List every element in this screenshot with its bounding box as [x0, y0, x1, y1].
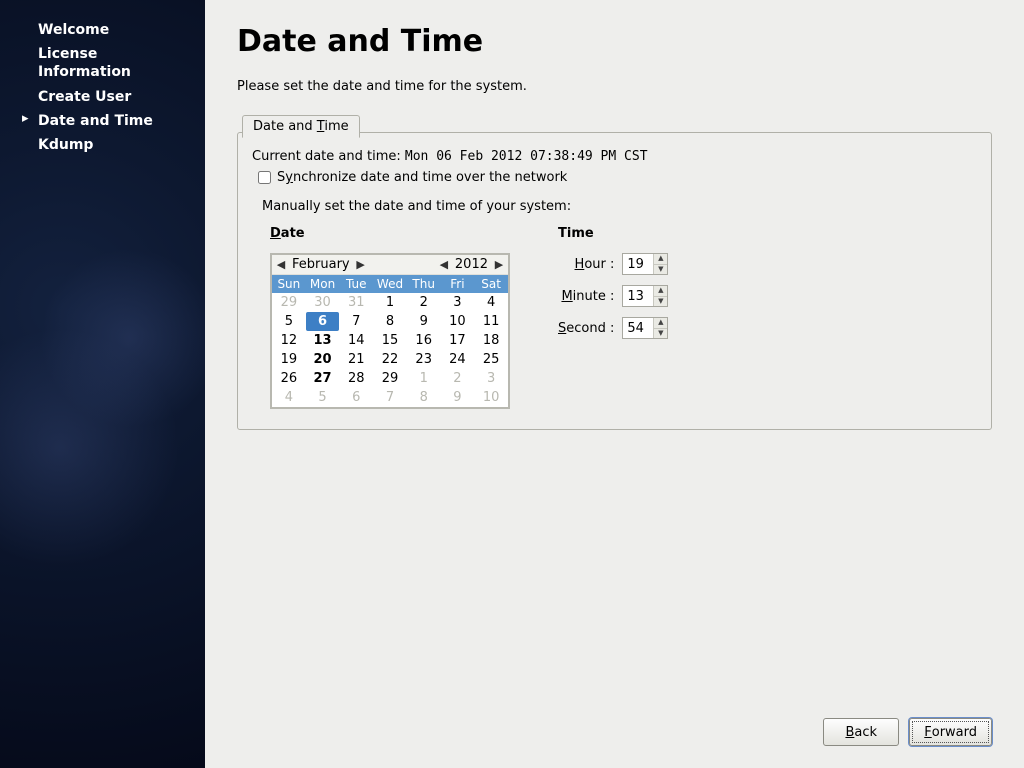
next-month-button[interactable]: ▶ — [354, 258, 368, 271]
main-panel: Date and Time Please set the date and ti… — [205, 0, 1024, 768]
current-datetime-value: Mon 06 Feb 2012 07:38:49 PM CST — [405, 149, 648, 164]
calendar-day[interactable]: 5 — [306, 388, 340, 407]
calendar-day[interactable]: 14 — [339, 331, 373, 350]
calendar-day[interactable]: 9 — [441, 388, 475, 407]
calendar-day[interactable]: 3 — [474, 369, 508, 388]
datetime-tabframe: Date and Time Current date and time: Mon… — [237, 132, 992, 430]
date-section: Date ◀ February ▶ ◀ 2012 — [270, 226, 510, 409]
prev-year-button[interactable]: ◀ — [437, 258, 451, 271]
current-datetime-row: Current date and time: Mon 06 Feb 2012 0… — [252, 149, 977, 164]
calendar-day[interactable]: 19 — [272, 350, 306, 369]
calendar-day[interactable]: 4 — [272, 388, 306, 407]
manual-instruction: Manually set the date and time of your s… — [262, 199, 977, 214]
calendar-day[interactable]: 23 — [407, 350, 441, 369]
calendar-day[interactable]: 1 — [407, 369, 441, 388]
calendar-day[interactable]: 6 — [339, 388, 373, 407]
back-button[interactable]: Back — [823, 718, 899, 746]
second-spinbox[interactable]: ▲▼ — [622, 317, 668, 339]
footer-buttons: Back Forward — [823, 718, 992, 746]
second-down-button[interactable]: ▼ — [654, 329, 667, 339]
calendar-day[interactable]: 2 — [407, 293, 441, 312]
calendar-day[interactable]: 4 — [474, 293, 508, 312]
calendar-day[interactable]: 16 — [407, 331, 441, 350]
calendar-month[interactable]: February — [290, 257, 352, 272]
prev-month-button[interactable]: ◀ — [274, 258, 288, 271]
hour-input[interactable] — [623, 254, 653, 274]
hour-down-button[interactable]: ▼ — [654, 265, 667, 275]
next-year-button[interactable]: ▶ — [492, 258, 506, 271]
minute-up-button[interactable]: ▲ — [654, 286, 667, 297]
calendar-day[interactable]: 5 — [272, 312, 306, 331]
calendar-day[interactable]: 17 — [441, 331, 475, 350]
calendar-dow-header: Sun Mon Tue Wed Thu Fri Sat — [272, 275, 508, 293]
sidebar: Welcome License Information Create User … — [0, 0, 205, 768]
sync-checkbox-row[interactable]: Synchronize date and time over the netwo… — [258, 170, 977, 185]
calendar-day[interactable]: 10 — [474, 388, 508, 407]
calendar-body: 2930311234567891011121314151617181920212… — [272, 293, 508, 407]
calendar-day[interactable]: 8 — [373, 312, 407, 331]
time-section: Time Hour : ▲▼ Minute : — [558, 226, 668, 409]
hour-up-button[interactable]: ▲ — [654, 254, 667, 265]
calendar-day[interactable]: 2 — [441, 369, 475, 388]
hour-spinbox[interactable]: ▲▼ — [622, 253, 668, 275]
calendar-day[interactable]: 13 — [306, 331, 340, 350]
calendar-day[interactable]: 10 — [441, 312, 475, 331]
calendar-day[interactable]: 1 — [373, 293, 407, 312]
calendar-day[interactable]: 11 — [474, 312, 508, 331]
calendar-day[interactable]: 9 — [407, 312, 441, 331]
calendar-day[interactable]: 7 — [373, 388, 407, 407]
second-label: Second : — [558, 321, 614, 336]
calendar-day[interactable]: 25 — [474, 350, 508, 369]
minute-spinbox[interactable]: ▲▼ — [622, 285, 668, 307]
second-input[interactable] — [623, 318, 653, 338]
instruction-text: Please set the date and time for the sys… — [237, 79, 992, 94]
sync-label: Synchronize date and time over the netwo… — [277, 170, 567, 185]
calendar-day[interactable]: 3 — [441, 293, 475, 312]
calendar-day[interactable]: 18 — [474, 331, 508, 350]
calendar-day[interactable]: 22 — [373, 350, 407, 369]
sidebar-item-create-user[interactable]: Create User — [0, 85, 205, 109]
calendar-day[interactable]: 29 — [373, 369, 407, 388]
sidebar-item-date-time[interactable]: Date and Time — [0, 109, 205, 133]
sidebar-item-license[interactable]: License Information — [0, 42, 205, 84]
calendar-day[interactable]: 12 — [272, 331, 306, 350]
current-datetime-label: Current date and time: — [252, 149, 405, 164]
sidebar-item-kdump[interactable]: Kdump — [0, 133, 205, 157]
second-up-button[interactable]: ▲ — [654, 318, 667, 329]
minute-down-button[interactable]: ▼ — [654, 297, 667, 307]
calendar-day[interactable]: 15 — [373, 331, 407, 350]
calendar-day[interactable]: 20 — [306, 350, 340, 369]
time-section-label: Time — [558, 226, 668, 241]
calendar-day[interactable]: 26 — [272, 369, 306, 388]
date-section-label: Date — [270, 226, 510, 241]
calendar-day[interactable]: 24 — [441, 350, 475, 369]
calendar-day[interactable]: 21 — [339, 350, 373, 369]
sync-checkbox[interactable] — [258, 171, 271, 184]
minute-input[interactable] — [623, 286, 653, 306]
hour-label: Hour : — [575, 257, 615, 272]
calendar-day[interactable]: 28 — [339, 369, 373, 388]
calendar-day[interactable]: 7 — [339, 312, 373, 331]
calendar: ◀ February ▶ ◀ 2012 ▶ — [270, 253, 510, 409]
page-title: Date and Time — [237, 24, 992, 59]
calendar-day[interactable]: 8 — [407, 388, 441, 407]
calendar-year[interactable]: 2012 — [453, 257, 490, 272]
sidebar-item-welcome[interactable]: Welcome — [0, 18, 205, 42]
minute-label: Minute : — [561, 289, 614, 304]
calendar-day[interactable]: 6 — [306, 312, 340, 331]
calendar-day[interactable]: 29 — [272, 293, 306, 312]
calendar-day[interactable]: 30 — [306, 293, 340, 312]
calendar-day[interactable]: 27 — [306, 369, 340, 388]
calendar-day[interactable]: 31 — [339, 293, 373, 312]
forward-button[interactable]: Forward — [909, 718, 992, 746]
tab-date-time[interactable]: Date and Time — [242, 115, 360, 138]
